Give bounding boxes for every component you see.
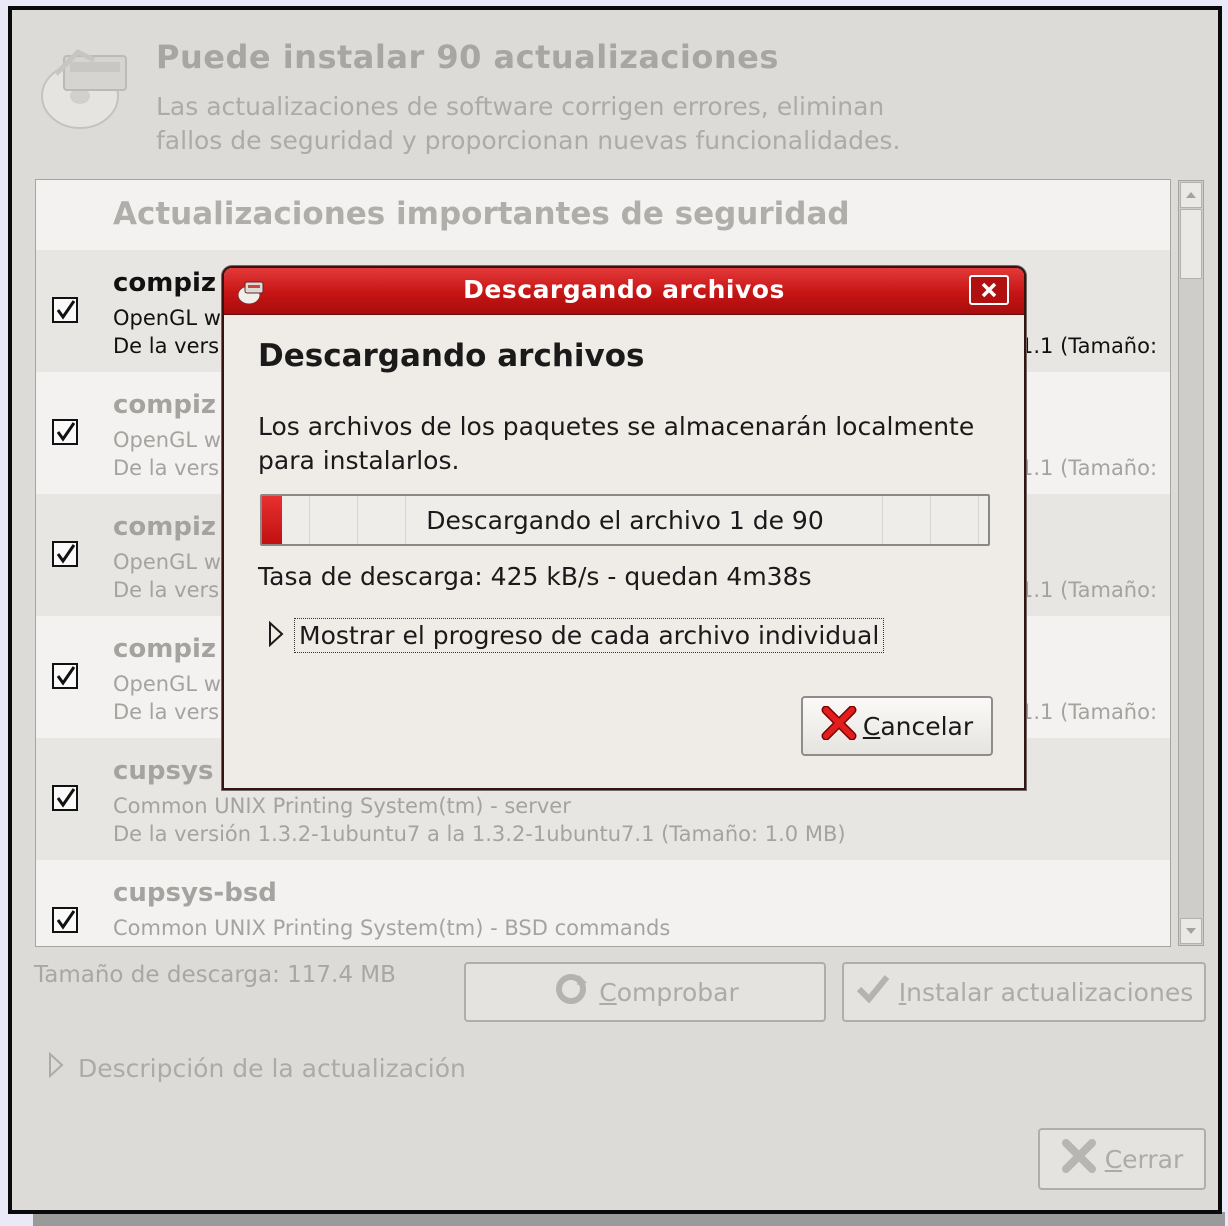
package-version-tail: 1.1 (Tamaño: [1020,700,1158,724]
package-version-tail: 1.1 (Tamaño: [1020,456,1158,480]
dialog-title: Descargando archivos [463,275,785,304]
description-expander[interactable]: Descripción de la actualización [48,1051,466,1084]
titlebar-close-icon[interactable] [969,275,1009,305]
dialog-titlebar[interactable]: Descargando archivos [224,268,1024,315]
package-version: De la vers [113,700,220,724]
download-dialog: Descargando archivos Descargando archivo… [222,266,1026,790]
package-description: OpenGL w [113,306,221,330]
checkbox-checked-icon[interactable] [52,663,78,689]
scroll-up-button[interactable] [1180,182,1202,208]
package-version-tail: 1.1 (Tamaño: [1020,578,1158,602]
checkbox-checked-icon[interactable] [52,907,78,933]
package-name: compiz [113,390,217,420]
dialog-heading: Descargando archivos [258,338,645,374]
package-name: compiz [113,634,217,664]
description-expander-label: Descripción de la actualización [78,1053,466,1083]
window-shadow [33,1212,1225,1226]
checkbox-checked-icon[interactable] [52,419,78,445]
package-version: De la vers [113,456,220,480]
progress-text: Descargando el archivo 1 de 90 [426,505,824,535]
package-description: OpenGL w [113,428,221,452]
install-button-label: Instalar actualizaciones [898,977,1194,1007]
package-version: De la vers [113,334,220,358]
triangle-right-icon [48,1051,64,1084]
package-name: cupsys-bsd [113,878,277,908]
package-version-tail: 1.1 (Tamaño: [1020,334,1158,358]
updates-icon [38,34,138,134]
close-button-label: Cerrar [1104,1144,1184,1174]
header-description: Las actualizaciones de software corrigen… [156,90,976,158]
update-manager-window: Puede instalar 90 actualizaciones Las ac… [8,6,1222,1214]
close-x-icon [821,705,857,746]
checkbox-checked-icon[interactable] [52,785,78,811]
checkbox-checked-icon[interactable] [52,541,78,567]
refresh-icon [551,971,591,1013]
package-name: compiz [113,512,217,542]
scroll-down-button[interactable] [1180,918,1202,944]
install-updates-button[interactable]: Instalar actualizaciones [842,962,1206,1022]
list-scrollbar[interactable] [1178,180,1204,946]
package-version: De la vers [113,578,220,602]
close-button[interactable]: Cerrar [1038,1128,1206,1190]
check-icon [855,973,891,1011]
download-progress-bar: Descargando el archivo 1 de 90 [260,494,990,546]
checkbox-checked-icon[interactable] [52,297,78,323]
dialog-text: Los archivos de los paquetes se almacena… [258,412,975,475]
close-x-icon [1061,1139,1097,1179]
package-description: Common UNIX Printing System(tm) - server [113,794,571,818]
cancel-button[interactable]: Cancelar [801,696,993,756]
section-title: Actualizaciones importantes de seguridad [113,196,850,232]
file-progress-expander-label: Mostrar el progreso de cada archivo indi… [294,618,885,653]
file-progress-expander[interactable]: Mostrar el progreso de cada archivo indi… [268,618,885,653]
cancel-button-label: Cancelar [862,711,974,741]
package-description: OpenGL w [113,550,221,574]
triangle-right-icon [268,620,284,651]
package-name: compiz [113,268,217,298]
package-version: De la versión 1.3.2-1ubuntu7 a la 1.3.2-… [113,822,846,846]
package-name: cupsys [113,756,214,786]
header-desc-line2: fallos de seguridad y proporcionan nueva… [156,126,901,155]
list-item[interactable]: cupsys-bsd Common UNIX Printing System(t… [36,860,1170,946]
check-button-label: Comprobar [599,977,739,1007]
check-button[interactable]: Comprobar [464,962,826,1022]
package-description: OpenGL w [113,672,221,696]
header-desc-line1: Las actualizaciones de software corrigen… [156,92,885,121]
download-rate: Tasa de descarga: 425 kB/s - quedan 4m38… [258,562,812,591]
download-size: Tamaño de descarga: 117.4 MB [34,962,396,988]
header-title: Puede instalar 90 actualizaciones [156,38,779,76]
scroll-thumb[interactable] [1180,209,1202,279]
package-description: Common UNIX Printing System(tm) - BSD co… [113,916,671,940]
